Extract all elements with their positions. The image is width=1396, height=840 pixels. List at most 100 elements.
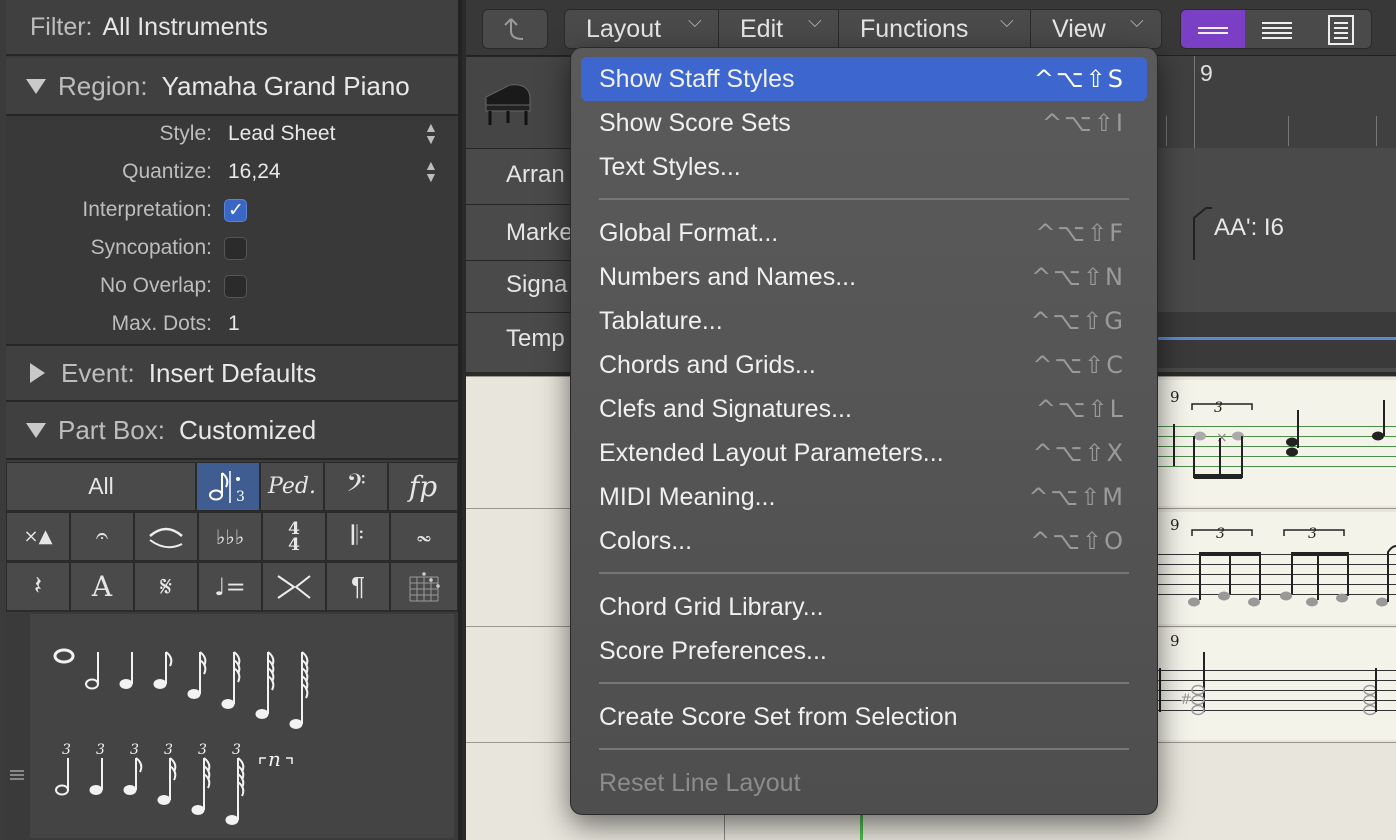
bar-number: 9 — [1200, 60, 1213, 86]
menu-item-show-score-sets[interactable]: Show Score Sets ^⌥⇧I — [581, 101, 1147, 145]
tempo-lane[interactable] — [1156, 312, 1396, 368]
syncopation-checkbox[interactable] — [224, 237, 247, 260]
menu-item-create-score-set-from-selection[interactable]: Create Score Set from Selection — [581, 695, 1147, 739]
sixtyfourth-note-icon — [255, 651, 275, 719]
rest-group-icon[interactable]: 𝄽 — [6, 562, 70, 611]
view-mode-segmented-control — [1180, 9, 1372, 49]
max-dots-param[interactable]: Max. Dots: 1 — [6, 306, 458, 344]
triplet-label: 3 — [96, 742, 105, 758]
menu-item-colors[interactable]: Colors... ^⌥⇧O — [581, 519, 1147, 563]
menu-item-tablature[interactable]: Tablature... ^⌥⇧G — [581, 299, 1147, 343]
triplet-label: 3 — [1214, 400, 1223, 416]
signature-track-name: Signa — [506, 271, 568, 298]
no-overlap-checkbox[interactable] — [224, 275, 247, 298]
staff-chords[interactable]: 9 # — [1156, 628, 1396, 740]
menu-item-text-styles[interactable]: Text Styles... — [581, 145, 1147, 189]
part-box-all-button[interactable]: All — [6, 462, 196, 511]
accidentals-group-icon[interactable]: ♭♭♭ — [198, 512, 262, 561]
tuplet-number: 3 — [236, 489, 245, 505]
note-tuplet-group-icon[interactable]: 3 — [196, 462, 260, 511]
resize-handle-icon[interactable] — [10, 770, 24, 780]
quantize-label: Quantize: — [122, 160, 212, 183]
segno-group-icon[interactable]: 𝄋 — [134, 562, 198, 611]
interpretation-param: Interpretation: — [6, 192, 458, 230]
updown-arrows-icon[interactable]: ▲ ▼ — [424, 158, 438, 184]
filter-popup[interactable]: Filter: All Instruments — [6, 0, 458, 56]
max-dots-label: Max. Dots: — [111, 312, 212, 335]
marker-lane[interactable]: AA': I6 — [1156, 204, 1396, 260]
staff-bass[interactable]: 9 3 3 — [1156, 512, 1396, 624]
fermata-articulation-group-icon[interactable]: 𝄐 — [70, 512, 134, 561]
triplet-quarter-note-icon — [89, 758, 103, 795]
menu-item-chord-grid-library[interactable]: Chord Grid Library... — [581, 585, 1147, 629]
menu-item-numbers-and-names[interactable]: Numbers and Names... ^⌥⇧N — [581, 255, 1147, 299]
view-menu-button[interactable]: View — [1052, 9, 1106, 49]
hierarchy-up-button[interactable] — [482, 9, 548, 49]
note-values-palette[interactable]: 3 3 3 3 3 3 n — [30, 614, 454, 838]
noteheads-group-icon[interactable]: ×▲ — [6, 512, 70, 561]
arrangement-lane[interactable] — [1156, 148, 1396, 204]
triplet-label: 3 — [164, 742, 173, 758]
max-dots-value[interactable]: 1 — [228, 312, 240, 336]
edit-menu-button[interactable]: Edit — [740, 9, 783, 49]
disclosure-open-icon[interactable] — [26, 78, 46, 94]
playhead[interactable] — [860, 812, 863, 840]
style-param[interactable]: Style: Lead Sheet ▲ ▼ — [6, 116, 458, 154]
triplet-half-note-icon — [55, 758, 69, 796]
shortcut-label: ^⌥⇧N — [1031, 263, 1125, 291]
chord-grid-group-icon[interactable] — [390, 562, 458, 611]
eighth-note-icon — [153, 651, 173, 689]
quantize-param[interactable]: Quantize: 16,24 ▲ ▼ — [6, 154, 458, 192]
menu-separator — [599, 748, 1129, 750]
time-signature-group-icon[interactable]: 4 4 — [262, 512, 326, 561]
style-value[interactable]: Lead Sheet — [228, 122, 335, 146]
disclosure-open-icon[interactable] — [26, 422, 46, 438]
style-label: Style: — [159, 122, 212, 145]
menu-item-clefs-and-signatures[interactable]: Clefs and Signatures... ^⌥⇧L — [581, 387, 1147, 431]
triplet-label: 3 — [1216, 526, 1225, 542]
linear-view-button[interactable] — [1181, 10, 1245, 48]
functions-menu-label: Functions — [860, 14, 969, 43]
event-value: Insert Defaults — [148, 357, 317, 388]
updown-arrows-icon[interactable]: ▲ ▼ — [424, 120, 438, 146]
hierarchy-up-icon — [504, 18, 524, 40]
filter-value: All Instruments — [102, 12, 268, 41]
disclosure-closed-icon[interactable] — [30, 363, 45, 383]
menu-item-extended-layout-parameters[interactable]: Extended Layout Parameters... ^⌥⇧X — [581, 431, 1147, 475]
signature-lane[interactable] — [1156, 260, 1396, 312]
no-overlap-label: No Overlap: — [99, 274, 212, 297]
quantize-value[interactable]: 16,24 — [228, 160, 281, 184]
staff-melody[interactable]: 9 3 × — [1156, 380, 1396, 506]
marker-name[interactable]: AA': I6 — [1214, 214, 1284, 242]
bar-ruler[interactable]: 9 — [1156, 56, 1396, 148]
interpretation-checkbox[interactable] — [224, 199, 247, 222]
repeat-barline-group-icon[interactable]: 𝄆 — [326, 512, 390, 561]
bass-clef-group-icon[interactable]: 𝄢 — [324, 462, 388, 511]
region-section-header[interactable]: Region: Yamaha Grand Piano — [6, 58, 458, 116]
menu-item-midi-meaning[interactable]: MIDI Meaning... ^⌥⇧M — [581, 475, 1147, 519]
functions-menu-button[interactable]: Functions — [860, 9, 968, 49]
menu-item-global-format[interactable]: Global Format... ^⌥⇧F — [581, 211, 1147, 255]
menu-separator — [599, 198, 1129, 200]
tempo-mark-group-icon[interactable]: ♩= — [198, 562, 262, 611]
menu-item-score-preferences[interactable]: Score Preferences... — [581, 629, 1147, 673]
ornament-group-icon[interactable]: 𝆗 — [390, 512, 458, 561]
menu-item-show-staff-styles[interactable]: Show Staff Styles ^⌥⇧S — [581, 57, 1147, 101]
dynamics-group-icon[interactable]: fp — [388, 462, 458, 511]
menu-item-chords-and-grids[interactable]: Chords and Grids... ^⌥⇧C — [581, 343, 1147, 387]
layout-menu-button[interactable]: Layout — [586, 9, 661, 49]
part-box-section-header[interactable]: Part Box: Customized — [6, 402, 458, 460]
wrapped-view-button[interactable] — [1245, 10, 1309, 48]
triplet-label: 3 — [62, 742, 71, 758]
hairpin-group-icon[interactable] — [262, 562, 326, 611]
event-section-header[interactable]: Event: Insert Defaults — [6, 344, 458, 402]
paragraph-group-icon[interactable]: ¶ — [326, 562, 390, 611]
page-view-button[interactable] — [1309, 10, 1371, 48]
text-group-icon[interactable]: A — [70, 562, 134, 611]
pedal-group-icon[interactable]: Ped. — [260, 462, 324, 511]
chord-notes[interactable]: # — [1156, 628, 1396, 740]
slur-group-icon[interactable] — [134, 512, 198, 561]
bass-notes[interactable]: 3 3 — [1156, 512, 1396, 624]
melody-notes[interactable]: 3 × — [1156, 380, 1396, 506]
shortcut-label: ^⌥⇧X — [1032, 439, 1125, 467]
